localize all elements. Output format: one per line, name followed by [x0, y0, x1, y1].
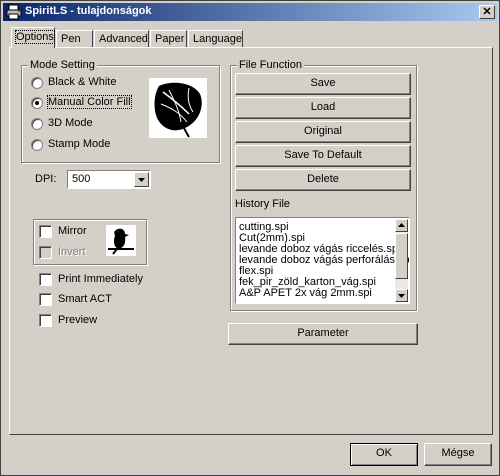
dpi-value: 500	[72, 173, 91, 185]
bird-on-branch-image	[106, 225, 136, 256]
checkbox-print-immediately-box[interactable]	[39, 273, 52, 286]
save-button[interactable]: Save	[235, 73, 411, 95]
checkbox-invert: Invert	[39, 246, 99, 260]
chevron-down-icon	[398, 294, 405, 298]
tab-paper-label: Paper	[155, 33, 185, 45]
tab-options[interactable]: Options	[11, 27, 55, 48]
radio-black-white-button[interactable]	[31, 77, 43, 89]
checkbox-smart-act[interactable]: Smart ACT	[39, 293, 119, 307]
tab-advanced-label: Advanced	[99, 33, 148, 45]
radio-3d-mode[interactable]: 3D Mode	[31, 117, 111, 132]
close-button[interactable]: ✕	[479, 5, 495, 19]
tab-paper[interactable]: Paper	[150, 30, 187, 47]
dpi-select[interactable]: 500	[67, 170, 151, 189]
parameter-button-label: Parameter	[297, 327, 349, 339]
scroll-up-button[interactable]	[395, 219, 408, 232]
checkbox-preview-box[interactable]	[39, 314, 52, 327]
original-button-label: Original	[304, 125, 342, 137]
dpi-dropdown-button[interactable]	[134, 172, 149, 187]
checkbox-preview-label: Preview	[58, 314, 98, 326]
tab-advanced[interactable]: Advanced	[94, 30, 149, 47]
title-bar[interactable]: SpiritLS - tulajdonságok ✕	[3, 3, 497, 21]
radio-manual-color-fill[interactable]: Manual Color Fill	[31, 95, 141, 111]
checkbox-invert-box	[39, 246, 52, 259]
checkbox-mirror[interactable]: Mirror	[39, 225, 99, 239]
radio-black-white-label: Black & White	[48, 76, 117, 88]
save-button-label: Save	[310, 77, 336, 89]
radio-stamp-mode[interactable]: Stamp Mode	[31, 138, 121, 153]
dpi-label: DPI:	[35, 173, 57, 185]
radio-stamp-mode-button[interactable]	[31, 139, 43, 151]
original-button[interactable]: Original	[235, 121, 411, 143]
radio-3d-mode-button[interactable]	[31, 118, 43, 130]
checkbox-mirror-label: Mirror	[58, 225, 87, 237]
checkbox-invert-label: Invert	[58, 246, 86, 258]
window-title: SpiritLS - tulajdonságok	[25, 5, 152, 17]
radio-manual-color-fill-button[interactable]	[31, 97, 43, 109]
file-function-legend: File Function	[237, 59, 304, 71]
list-item[interactable]: A&P APET 2x vág 2mm.spi	[239, 288, 372, 299]
history-file-label: History File	[235, 198, 291, 210]
delete-button-label: Delete	[307, 173, 339, 185]
checkbox-print-immediately-label: Print Immediately	[58, 273, 143, 285]
save-to-default-button-label: Save To Default	[284, 149, 362, 161]
anthurium-leaf-image	[149, 78, 207, 138]
checkbox-mirror-box[interactable]	[39, 225, 52, 238]
radio-selected-dot	[35, 101, 39, 105]
tab-language-label: Language	[193, 33, 242, 45]
checkbox-preview[interactable]: Preview	[39, 314, 109, 328]
load-button-label: Load	[310, 101, 336, 113]
radio-3d-mode-label: 3D Mode	[48, 117, 93, 129]
scroll-thumb[interactable]	[395, 233, 408, 279]
tab-language[interactable]: Language	[188, 30, 243, 47]
properties-dialog: SpiritLS - tulajdonságok ✕ Options Pen A…	[0, 0, 500, 476]
delete-button[interactable]: Delete	[235, 169, 411, 191]
load-button[interactable]: Load	[235, 97, 411, 119]
cancel-button-label: Mégse	[441, 447, 475, 459]
radio-manual-color-fill-label: Manual Color Fill	[47, 95, 132, 109]
radio-black-white[interactable]: Black & White	[31, 76, 131, 91]
checkbox-smart-act-label: Smart ACT	[58, 293, 112, 305]
ok-button-label: OK	[376, 447, 392, 459]
history-scrollbar[interactable]	[395, 219, 408, 302]
checkbox-smart-act-box[interactable]	[39, 293, 52, 306]
close-icon: ✕	[482, 6, 492, 18]
mode-setting-legend: Mode Setting	[28, 59, 97, 71]
printer-icon	[6, 4, 22, 20]
chevron-down-icon	[138, 178, 145, 182]
history-file-list[interactable]: cutting.spi Cut(2mm).spi levande doboz v…	[235, 217, 410, 304]
radio-stamp-mode-label: Stamp Mode	[48, 138, 111, 150]
tab-pen-label: Pen	[61, 33, 81, 45]
tab-pen[interactable]: Pen	[56, 30, 93, 47]
checkbox-print-immediately[interactable]: Print Immediately	[39, 273, 143, 287]
ok-button[interactable]: OK	[350, 443, 418, 466]
scroll-down-button[interactable]	[395, 289, 408, 302]
tab-options-label: Options	[15, 30, 55, 44]
save-to-default-button[interactable]: Save To Default	[235, 145, 411, 167]
chevron-up-icon	[398, 223, 405, 227]
parameter-button[interactable]: Parameter	[228, 323, 418, 345]
cancel-button[interactable]: Mégse	[424, 443, 492, 466]
